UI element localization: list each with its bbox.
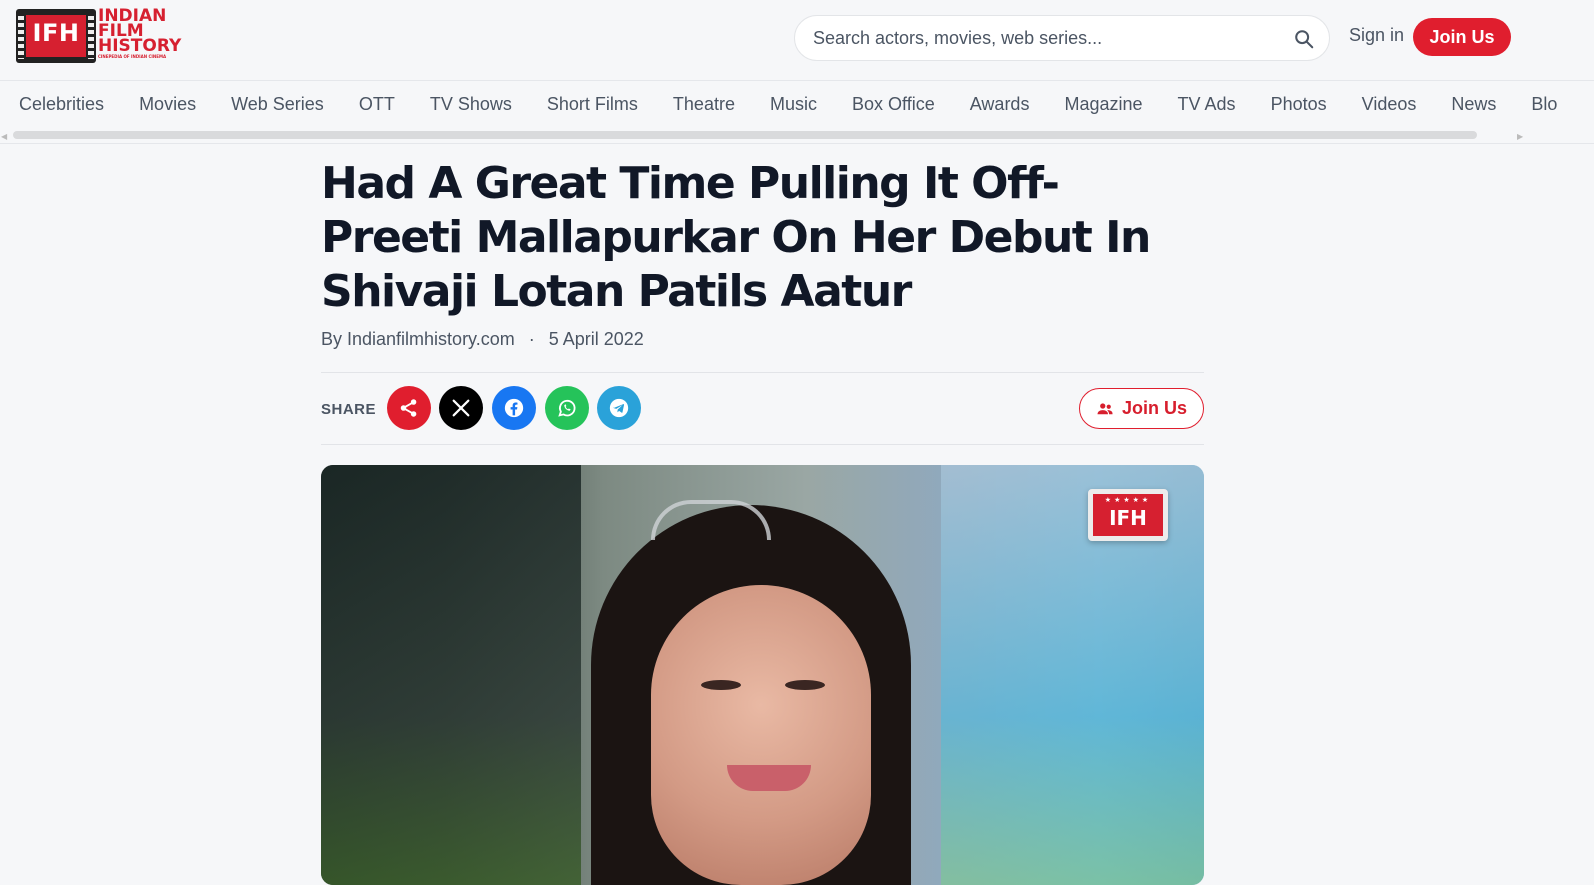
nav-item-ott[interactable]: OTT: [359, 94, 395, 115]
nav-item-theatre[interactable]: Theatre: [673, 94, 735, 115]
sign-in-link[interactable]: Sign in: [1349, 25, 1404, 46]
article-byline: By Indianfilmhistory.com · 5 April 2022: [321, 329, 644, 350]
logo-wordmark: INDIAN FILM HISTORY CINEPEDIA OF INDIAN …: [98, 8, 182, 60]
nav-items: Celebrities Movies Web Series OTT TV Sho…: [19, 94, 1587, 115]
share-label: SHARE: [321, 401, 377, 418]
nav-item-tv-shows[interactable]: TV Shows: [430, 94, 512, 115]
byline-separator: ·: [528, 329, 535, 349]
share-icon: [400, 399, 417, 417]
facebook-icon: [504, 398, 524, 418]
nav-item-short-films[interactable]: Short Films: [547, 94, 638, 115]
nav-scrollbar[interactable]: ◀ ▶: [0, 128, 1530, 141]
nav-scrollbar-thumb[interactable]: [13, 131, 1477, 139]
whatsapp-icon: [558, 399, 576, 417]
logo-mark: IFH: [16, 9, 96, 63]
category-nav: Celebrities Movies Web Series OTT TV Sho…: [0, 80, 1594, 144]
join-us-outline-label: Join Us: [1121, 398, 1187, 418]
join-us-outline-button[interactable]: Join Us: [1079, 388, 1204, 429]
nav-item-music[interactable]: Music: [770, 94, 817, 115]
logo-line-3: HISTORY: [98, 36, 182, 56]
nav-item-movies[interactable]: Movies: [139, 94, 196, 115]
article-date: 5 April 2022: [548, 329, 644, 349]
share-facebook-button[interactable]: [492, 386, 536, 430]
nav-item-awards[interactable]: Awards: [970, 94, 1030, 115]
nav-item-celebrities[interactable]: Celebrities: [19, 94, 104, 115]
ifh-watermark-badge: ★★★★★ IFH: [1088, 489, 1168, 541]
users-icon: [1097, 402, 1113, 414]
logo-mark-text: IFH: [32, 19, 80, 47]
nav-item-tv-ads[interactable]: TV Ads: [1178, 94, 1236, 115]
x-icon: [452, 399, 470, 417]
divider-bottom: [321, 444, 1204, 445]
search-icon[interactable]: [1293, 28, 1315, 50]
join-us-button[interactable]: Join Us: [1413, 18, 1511, 56]
share-x-button[interactable]: [439, 386, 483, 430]
nav-item-videos[interactable]: Videos: [1362, 94, 1417, 115]
scroll-right-icon[interactable]: ▶: [1517, 132, 1523, 141]
search-input[interactable]: [813, 25, 1283, 51]
article-title: Had A Great Time Pulling It Off- Preeti …: [321, 158, 1151, 317]
article-author[interactable]: By Indianfilmhistory.com: [321, 329, 515, 349]
divider-top: [321, 372, 1204, 373]
nav-item-magazine[interactable]: Magazine: [1064, 94, 1142, 115]
article-hero-image: ★★★★★ IFH: [321, 465, 1204, 885]
ifh-watermark-text: IFH: [1109, 506, 1147, 530]
share-button[interactable]: [387, 386, 431, 430]
nav-item-box-office[interactable]: Box Office: [852, 94, 935, 115]
share-telegram-button[interactable]: [597, 386, 641, 430]
nav-item-news[interactable]: News: [1451, 94, 1496, 115]
share-whatsapp-button[interactable]: [545, 386, 589, 430]
nav-item-photos[interactable]: Photos: [1271, 94, 1327, 115]
telegram-icon: [609, 398, 629, 418]
nav-item-web-series[interactable]: Web Series: [231, 94, 324, 115]
site-logo[interactable]: IFH INDIAN FILM HISTORY CINEPEDIA OF IND…: [16, 8, 182, 63]
search-bar: [794, 15, 1330, 61]
scroll-left-icon[interactable]: ◀: [1, 132, 7, 141]
site-header: IFH INDIAN FILM HISTORY CINEPEDIA OF IND…: [0, 0, 1594, 80]
nav-item-blog[interactable]: Blo: [1531, 94, 1557, 115]
